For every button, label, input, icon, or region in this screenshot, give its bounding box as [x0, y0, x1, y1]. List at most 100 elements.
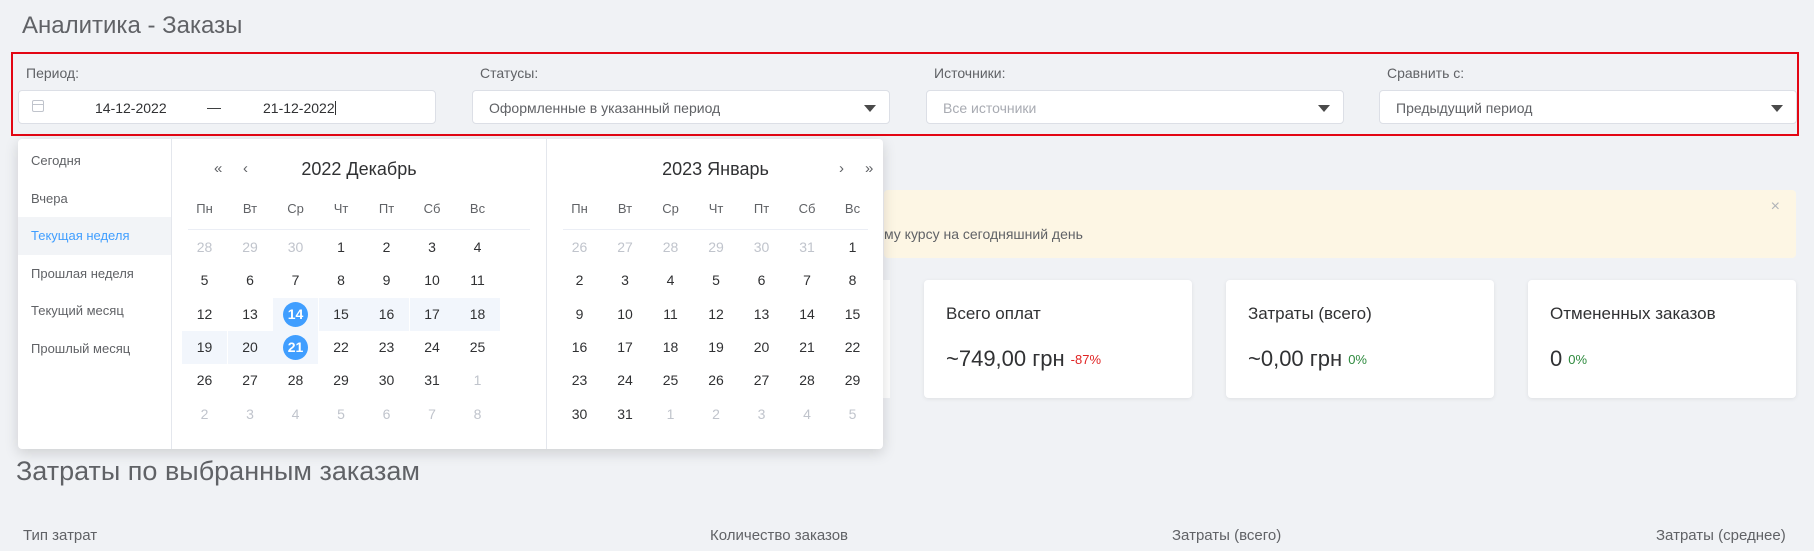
calendar-day[interactable]: 5 — [182, 264, 227, 297]
calendar-day[interactable]: 6 — [739, 264, 784, 297]
calendar-day[interactable]: 26 — [182, 364, 227, 397]
weekday-label: Чт — [708, 201, 724, 216]
calendar-day[interactable]: 24 — [410, 331, 455, 364]
shortcut-item[interactable]: Сегодня — [18, 142, 171, 180]
calendar-day[interactable]: 19 — [694, 331, 739, 364]
calendar-day[interactable]: 8 — [319, 264, 364, 297]
calendar-day[interactable]: 25 — [455, 331, 500, 364]
calendar-day[interactable]: 1 — [830, 231, 875, 264]
calendar-day[interactable]: 9 — [364, 264, 409, 297]
calendar-day[interactable]: 29 — [319, 364, 364, 397]
calendar-day[interactable]: 4 — [785, 398, 830, 431]
calendar-day[interactable]: 13 — [228, 298, 273, 331]
next-month-icon[interactable]: › — [839, 161, 844, 177]
calendar-day[interactable]: 28 — [273, 364, 318, 397]
next-year-icon[interactable]: » — [865, 161, 873, 177]
calendar-day[interactable]: 28 — [182, 231, 227, 264]
calendar-day[interactable]: 23 — [557, 364, 602, 397]
calendar-day[interactable]: 3 — [410, 231, 455, 264]
calendar-day[interactable]: 12 — [694, 298, 739, 331]
calendar-day[interactable]: 20 — [227, 330, 273, 364]
calendar-day[interactable]: 28 — [648, 231, 693, 264]
calendar-day[interactable]: 31 — [603, 398, 648, 431]
calendar-day[interactable]: 1 — [319, 231, 364, 264]
calendar-day[interactable]: 17 — [409, 297, 455, 331]
calendar-day[interactable]: 15 — [318, 297, 364, 331]
calendar-day[interactable]: 31 — [785, 231, 830, 264]
calendar-day[interactable]: 4 — [455, 231, 500, 264]
calendar-day[interactable]: 1 — [648, 398, 693, 431]
calendar-day[interactable]: 31 — [410, 364, 455, 397]
calendar-day[interactable]: 22 — [830, 331, 875, 364]
calendar-day[interactable]: 4 — [648, 264, 693, 297]
shortcut-item[interactable]: Прошлая неделя — [18, 255, 171, 293]
shortcut-item[interactable]: Прошлый месяц — [18, 330, 171, 368]
calendar-day[interactable]: 18 — [455, 297, 500, 331]
sources-select[interactable]: Все источники — [926, 90, 1344, 124]
date-start[interactable]: 14-12-2022 — [95, 100, 167, 116]
period-date-range-input[interactable]: 14-12-2022 — 21-12-2022 — [18, 90, 436, 124]
calendar-day[interactable]: 2 — [694, 398, 739, 431]
calendar-day[interactable]: 5 — [694, 264, 739, 297]
close-icon[interactable]: × — [1771, 198, 1780, 216]
calendar-day[interactable]: 5 — [830, 398, 875, 431]
calendar-day[interactable]: 1 — [455, 364, 500, 397]
date-end[interactable]: 21-12-2022 — [263, 100, 336, 116]
calendar-day[interactable]: 11 — [455, 264, 500, 297]
calendar-day[interactable]: 14 — [785, 298, 830, 331]
statuses-select[interactable]: Оформленные в указанный период — [472, 90, 890, 124]
calendar-day[interactable]: 6 — [364, 398, 409, 431]
calendar-day[interactable]: 16 — [364, 297, 409, 331]
calendar-day[interactable]: 30 — [364, 364, 409, 397]
compare-select[interactable]: Предыдущий период — [1379, 90, 1797, 124]
calendar-day[interactable]: 8 — [455, 398, 500, 431]
calendar-day[interactable]: 25 — [648, 364, 693, 397]
calendar-day[interactable]: 16 — [557, 331, 602, 364]
calendar-day[interactable]: 30 — [273, 231, 318, 264]
calendar-day[interactable]: 2 — [364, 231, 409, 264]
calendar-day[interactable]: 14 — [273, 297, 318, 331]
calendar-day[interactable]: 23 — [364, 331, 409, 364]
calendar-day[interactable]: 29 — [830, 364, 875, 397]
shortcut-item[interactable]: Текущий месяц — [18, 292, 171, 330]
calendar-day[interactable]: 29 — [228, 231, 273, 264]
calendar-day[interactable]: 10 — [410, 264, 455, 297]
calendar-day[interactable]: 9 — [557, 298, 602, 331]
calendar-day[interactable]: 27 — [739, 364, 784, 397]
calendar-day[interactable]: 10 — [603, 298, 648, 331]
calendar-day[interactable]: 30 — [739, 231, 784, 264]
calendar-day[interactable]: 4 — [273, 398, 318, 431]
calendar-day[interactable]: 17 — [603, 331, 648, 364]
calendar-day[interactable]: 26 — [694, 364, 739, 397]
shortcut-item[interactable]: Вчера — [18, 180, 171, 218]
calendar-day[interactable]: 21 — [273, 330, 318, 364]
calendar-day[interactable]: 27 — [228, 364, 273, 397]
shortcut-item[interactable]: Текущая неделя — [18, 217, 171, 255]
calendar-day[interactable]: 27 — [603, 231, 648, 264]
calendar-day[interactable]: 18 — [648, 331, 693, 364]
calendar-day[interactable]: 28 — [785, 364, 830, 397]
calendar-day[interactable]: 6 — [228, 264, 273, 297]
calendar-day[interactable]: 22 — [319, 331, 364, 364]
calendar-day[interactable]: 7 — [785, 264, 830, 297]
calendar-day[interactable]: 21 — [785, 331, 830, 364]
calendar-day[interactable]: 2 — [557, 264, 602, 297]
calendar-day[interactable]: 13 — [739, 298, 784, 331]
calendar-day[interactable]: 7 — [273, 264, 318, 297]
calendar-day[interactable]: 29 — [694, 231, 739, 264]
calendar-day[interactable]: 7 — [410, 398, 455, 431]
calendar-day[interactable]: 26 — [557, 231, 602, 264]
calendar-day[interactable]: 8 — [830, 264, 875, 297]
calendar-day[interactable]: 12 — [182, 298, 227, 331]
calendar-day[interactable]: 11 — [648, 298, 693, 331]
calendar-day[interactable]: 5 — [319, 398, 364, 431]
calendar-day[interactable]: 15 — [830, 298, 875, 331]
calendar-day[interactable]: 3 — [739, 398, 784, 431]
calendar-day[interactable]: 2 — [182, 398, 227, 431]
calendar-day[interactable]: 20 — [739, 331, 784, 364]
calendar-day[interactable]: 19 — [182, 330, 227, 364]
calendar-day[interactable]: 3 — [603, 264, 648, 297]
calendar-day[interactable]: 24 — [603, 364, 648, 397]
calendar-day[interactable]: 3 — [228, 398, 273, 431]
calendar-day[interactable]: 30 — [557, 398, 602, 431]
